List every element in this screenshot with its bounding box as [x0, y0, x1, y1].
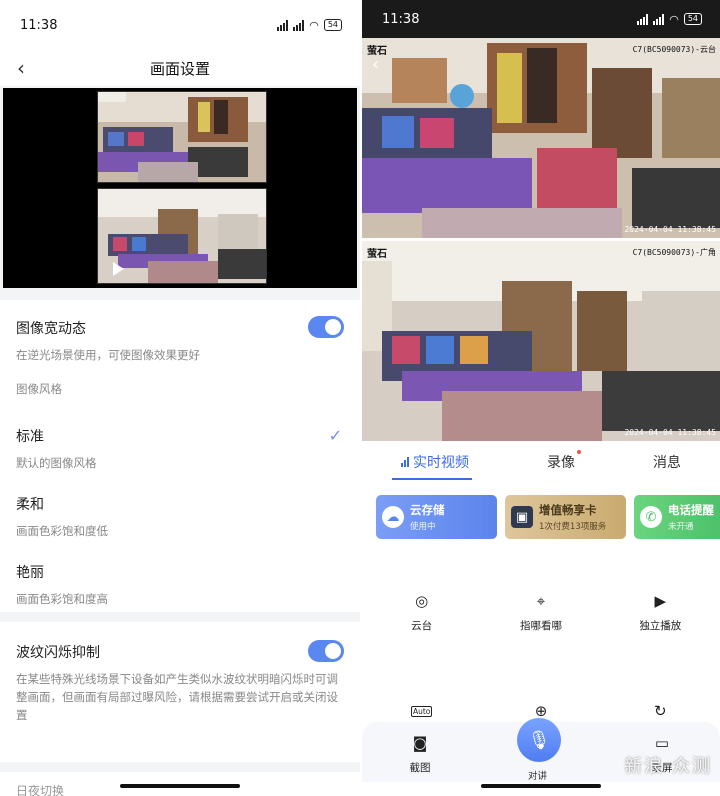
tab-recording[interactable]: 录像 [547, 450, 581, 472]
cam-logo: 萤石 [367, 249, 387, 260]
wifi-icon: ◠ [669, 12, 679, 26]
battery-icon: 54 [683, 13, 702, 25]
play-box-icon: ▶ [654, 592, 667, 610]
nav-bar: ‹ 画面设置 [0, 50, 360, 86]
phone-alert-card[interactable]: ✆ 电话提醒 未开通 [634, 495, 720, 539]
card-icon: ▣ [511, 506, 533, 528]
signal-icon-2 [653, 13, 665, 25]
watermark: 新浪 众测 [624, 756, 712, 777]
status-time: 11:38 [20, 17, 58, 33]
value-card[interactable]: ▣ 增值畅享卡 1次付费13项服务 [505, 495, 626, 539]
top-area: 11:38 ◠ 54 ‹ 画面设置 [0, 0, 360, 86]
style-option-title: 柔和 [16, 497, 44, 513]
style-section-label: 图像风格 [16, 382, 62, 396]
wdr-desc: 在逆光场景使用，可使图像效果更好 [16, 348, 200, 362]
page-title: 画面设置 [149, 59, 210, 78]
style-option-standard[interactable]: 标准 默认的图像风格 ✓ [0, 410, 360, 478]
microphone-icon: 🎙 [527, 729, 551, 751]
status-bar: 11:38 ◠ 54 [0, 0, 360, 50]
camera-view-ptz[interactable]: 萤石 C7(BC5090073)-云台 ‹ 2024-04-04 11:38:4… [362, 38, 720, 238]
flicker-title: 波纹闪烁抑制 [16, 645, 100, 661]
image-settings-screen: 11:38 ◠ 54 ‹ 画面设置 图像宽动态 在逆光场景使用，可使图像效果更好… [0, 0, 360, 796]
talk-label: 对讲 [528, 771, 548, 782]
signal-icon-2 [293, 19, 305, 31]
wdr-toggle[interactable] [308, 316, 344, 338]
signal-icon [637, 13, 649, 25]
camera-view-wide[interactable]: 萤石 C7(BC5090073)-广角 2024-04-04 11:38:45 [362, 241, 720, 441]
cam-timestamp: 2024-04-04 11:38:45 [624, 225, 716, 234]
talk-button[interactable]: 🎙 [517, 718, 561, 762]
live-view-screen: 11:38 ◠ 54 萤石 C7(BC5090073)-云台 ‹ 2024-04… [362, 0, 720, 796]
signal-icon [277, 19, 289, 31]
ptz-icon: ◎ [415, 592, 429, 610]
auto-button[interactable]: Auto [372, 700, 472, 722]
status-time: 11:38 [382, 11, 420, 27]
notification-dot [577, 450, 581, 454]
function-row-1: ◎ 云台 ⌖ 指哪看哪 ▶ 独立播放 [362, 590, 720, 633]
style-option-vivid[interactable]: 艳丽 画面色彩饱和度高 [0, 546, 360, 612]
style-option-desc: 画面色彩饱和度高 [16, 592, 108, 606]
style-option-desc: 画面色彩饱和度低 [16, 524, 108, 538]
check-icon: ✓ [328, 426, 342, 445]
battery-icon: 54 [323, 19, 342, 31]
tab-bar: 实时视频 录像 消息 [362, 441, 720, 483]
wifi-icon: ◠ [309, 18, 319, 32]
flicker-card: 波纹闪烁抑制 在某些特殊光线场景下设备如产生类似水波纹状明暗闪烁时可调整画面，但… [0, 622, 360, 762]
style-option-title: 标准 [16, 429, 44, 445]
cam-name: C7(BC5090073)-广角 [632, 248, 716, 257]
back-arrow-icon[interactable]: ‹ [372, 54, 379, 75]
camera-thumb-upper [97, 91, 267, 183]
cloud-icon: ☁ [382, 506, 404, 528]
style-option-desc: 默认的图像风格 [16, 456, 97, 470]
status-bar: 11:38 ◠ 54 [362, 0, 720, 38]
wdr-setting: 图像宽动态 在逆光场景使用，可使图像效果更好 [0, 300, 360, 366]
back-arrow-icon[interactable]: ‹ [10, 56, 32, 80]
camera-icon: ◙ [412, 734, 428, 752]
settings-list: 图像宽动态 在逆光场景使用，可使图像效果更好 图像风格 标准 默认的图像风格 ✓… [0, 300, 360, 612]
home-indicator [120, 784, 240, 788]
flicker-toggle[interactable] [308, 640, 344, 662]
loop-icon: ↻ [654, 702, 667, 720]
cam-timestamp: 2024-04-04 11:38:45 [624, 428, 716, 437]
service-cards: ☁ 云存储 使用中 ▣ 增值畅享卡 1次付费13项服务 ✆ 电话提醒 未开通 [362, 495, 720, 541]
video-preview[interactable] [3, 88, 357, 288]
playback-button[interactable]: ▶ 独立播放 [610, 590, 710, 633]
auto-icon: Auto [410, 705, 433, 717]
home-indicator [481, 784, 601, 788]
status-icons: ◠ 54 [637, 13, 702, 26]
point-view-button[interactable]: ⌖ 指哪看哪 [491, 590, 591, 633]
flicker-desc: 在某些特殊光线场景下设备如产生类似水波纹状明暗闪烁时可调整画面，但画面有局部过曝… [16, 672, 338, 722]
play-icon[interactable] [113, 262, 124, 276]
loop-button[interactable]: ↻ [610, 700, 710, 722]
style-section: 图像风格 [0, 366, 360, 410]
style-option-soft[interactable]: 柔和 画面色彩饱和度低 [0, 478, 360, 546]
live-bars-icon [401, 457, 409, 467]
status-icons: ◠ 54 [277, 19, 342, 32]
cam-name: C7(BC5090073)-云台 [632, 45, 716, 54]
phone-icon: ✆ [640, 506, 662, 528]
cloud-storage-card[interactable]: ☁ 云存储 使用中 [376, 495, 497, 539]
video-camera-icon: ▭ [654, 734, 670, 752]
crosshair-icon: ⌖ [536, 592, 546, 610]
ptz-button[interactable]: ◎ 云台 [372, 590, 472, 633]
wdr-title: 图像宽动态 [16, 321, 86, 337]
flicker-setting: 波纹闪烁抑制 在某些特殊光线场景下设备如产生类似水波纹状明暗闪烁时可调整画面，但… [0, 622, 360, 724]
active-tab-indicator [392, 478, 472, 480]
screenshot-button[interactable]: ◙ 截图 [370, 732, 470, 775]
style-option-title: 艳丽 [16, 565, 44, 581]
tab-live-video[interactable]: 实时视频 [401, 452, 469, 472]
tab-messages[interactable]: 消息 [653, 452, 681, 472]
